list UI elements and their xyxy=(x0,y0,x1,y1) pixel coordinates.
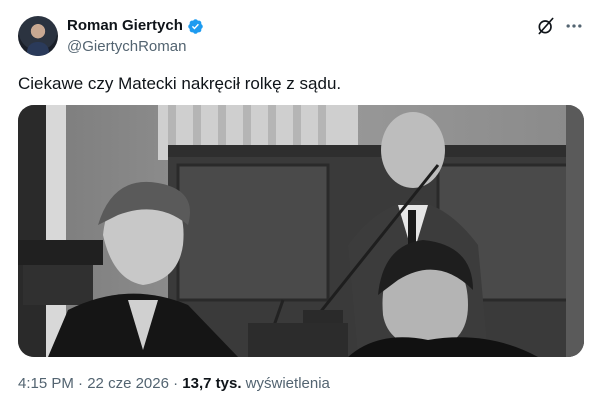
author-name[interactable]: Roman Giertych xyxy=(67,16,183,36)
grok-icon[interactable] xyxy=(536,16,556,36)
author-name-row[interactable]: Roman Giertych xyxy=(67,16,204,36)
tweet-text: Ciekawe czy Matecki nakręcił rolkę z sąd… xyxy=(18,74,342,93)
tweet-photo[interactable] xyxy=(18,105,584,357)
views-label: wyświetlenia xyxy=(241,375,330,392)
tweet-date[interactable]: 22 cze 2026 xyxy=(87,375,169,392)
meta-separator: · xyxy=(73,375,88,392)
meta-separator: · xyxy=(168,375,183,392)
more-icon[interactable] xyxy=(562,14,586,38)
verified-badge-icon xyxy=(188,18,203,34)
avatar[interactable] xyxy=(18,16,58,56)
views-count: 13,7 tys. xyxy=(182,375,242,392)
tweet-time[interactable]: 4:15 PM xyxy=(18,375,74,392)
tweet-meta: 4:15 PM · 22 cze 2026 · 13,7 tys. wyświe… xyxy=(18,374,330,394)
author-handle[interactable]: @GiertychRoman xyxy=(67,37,186,57)
